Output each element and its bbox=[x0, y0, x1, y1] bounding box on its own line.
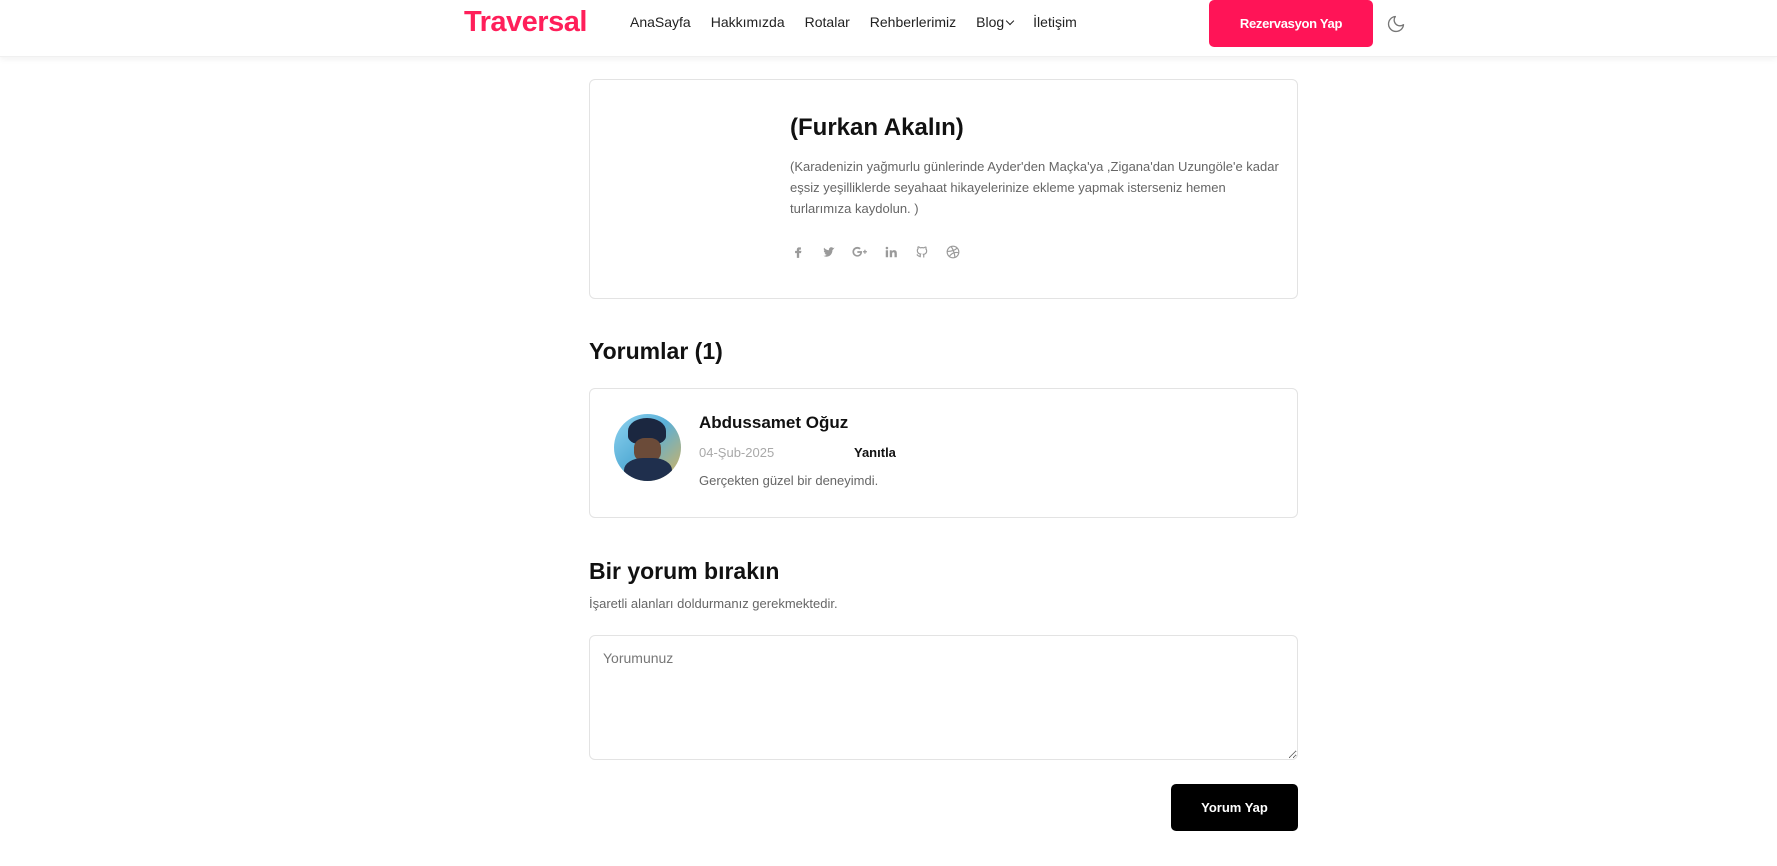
nav-item-blog-label: Blog bbox=[976, 14, 1005, 30]
github-icon[interactable] bbox=[914, 244, 930, 260]
chevron-down-icon bbox=[1005, 16, 1015, 25]
nav-item-iletisim[interactable]: İletişim bbox=[1033, 14, 1077, 30]
social-links bbox=[790, 244, 976, 260]
comment-date: 04-Şub-2025 bbox=[699, 445, 775, 460]
comment-form-note: İşaretli alanları doldurmanız gerekmekte… bbox=[589, 596, 838, 611]
comments-title: Yorumlar (1) bbox=[589, 338, 723, 364]
nav-item-rehberlerimiz[interactable]: Rehberlerimiz bbox=[870, 14, 956, 30]
nav-item-blog[interactable]: Blog bbox=[976, 14, 1015, 30]
dribbble-icon[interactable] bbox=[945, 244, 961, 260]
submit-comment-button[interactable]: Yorum Yap bbox=[1171, 784, 1298, 831]
comment-item: Abdussamet Oğuz 04-Şub-2025 Yanıtla Gerç… bbox=[589, 388, 1298, 518]
main-nav: AnaSayfa Hakkımızda Rotalar Rehberlerimi… bbox=[630, 14, 1097, 30]
avatar bbox=[614, 414, 681, 481]
author-name: (Furkan Akalın) bbox=[790, 114, 964, 141]
comment-form-title: Bir yorum bırakın bbox=[589, 558, 780, 584]
nav-item-hakkimizda[interactable]: Hakkımızda bbox=[711, 14, 785, 30]
nav-item-anasayfa[interactable]: AnaSayfa bbox=[630, 14, 691, 30]
author-card: (Furkan Akalın) (Karadenizin yağmurlu gü… bbox=[589, 79, 1298, 299]
comment-text: Gerçekten güzel bir deneyimdi. bbox=[699, 473, 879, 488]
site-header: Traversal AnaSayfa Hakkımızda Rotalar Re… bbox=[0, 0, 1777, 57]
nav-item-rotalar[interactable]: Rotalar bbox=[805, 14, 850, 30]
reservation-button[interactable]: Rezervasyon Yap bbox=[1209, 0, 1373, 47]
facebook-icon[interactable] bbox=[790, 244, 806, 260]
comment-author: Abdussamet Oğuz bbox=[699, 413, 849, 432]
comment-textarea[interactable] bbox=[589, 635, 1298, 760]
reply-link[interactable]: Yanıtla bbox=[854, 445, 896, 460]
twitter-icon[interactable] bbox=[821, 244, 837, 260]
moon-icon[interactable] bbox=[1386, 14, 1406, 34]
google-plus-icon[interactable] bbox=[852, 244, 868, 260]
linkedin-icon[interactable] bbox=[883, 244, 899, 260]
site-logo[interactable]: Traversal bbox=[464, 6, 587, 39]
author-bio: (Karadenizin yağmurlu günlerinde Ayder'd… bbox=[790, 159, 1279, 216]
